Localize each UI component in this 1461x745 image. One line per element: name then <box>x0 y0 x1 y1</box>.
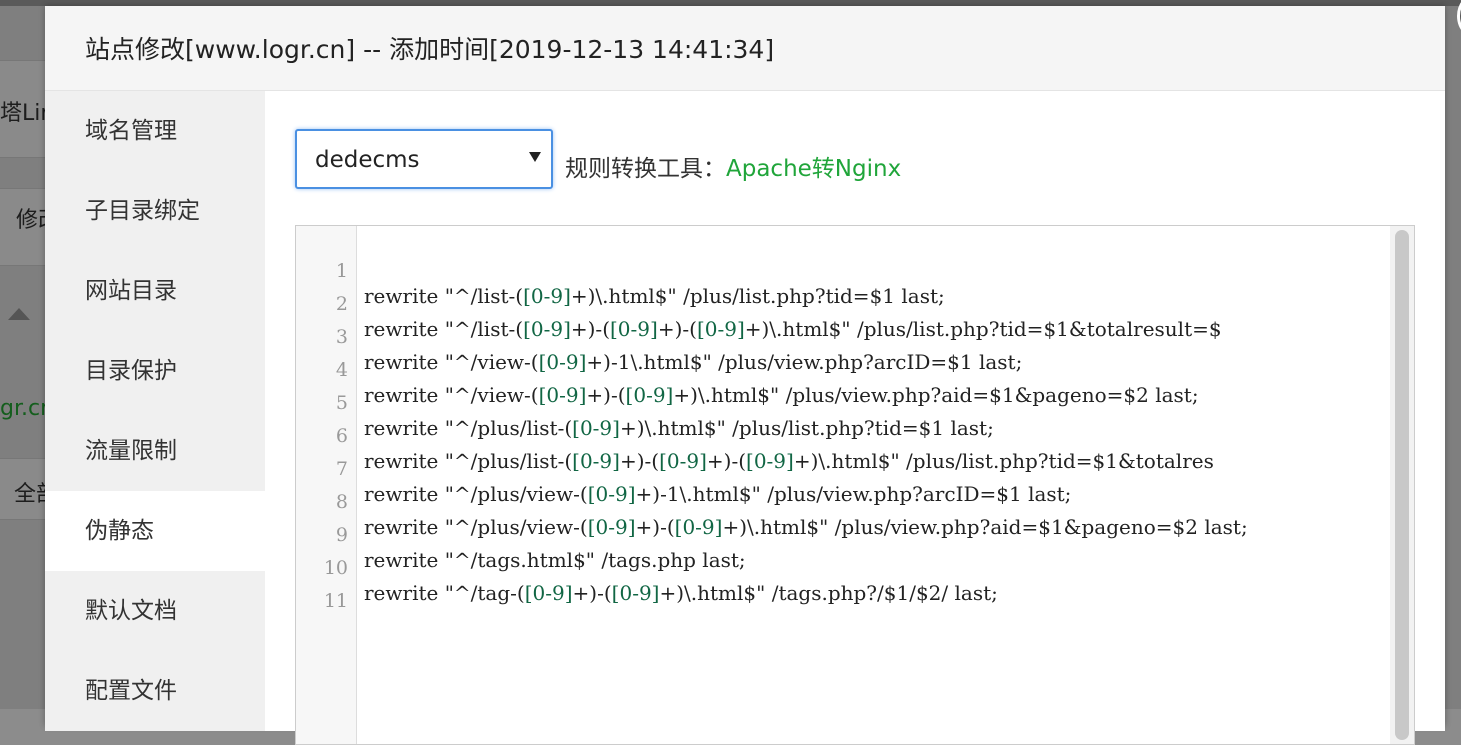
modal-header: 站点修改[www.logr.cn] -- 添加时间[2019-12-13 14:… <box>45 6 1445 91</box>
sidebar-item-subdirectory[interactable]: 子目录绑定 <box>45 171 265 251</box>
sidebar-item-default-document[interactable]: 默认文档 <box>45 571 265 651</box>
code-line: 3 rewrite "^/view-([0-9]+)-1\.html$" /pl… <box>296 302 1396 374</box>
sort-up-icon <box>8 308 30 320</box>
code-line: 4 rewrite "^/view-([0-9]+)-([0-9]+)\.htm… <box>296 335 1396 407</box>
sidebar-item-site-directory[interactable]: 网站目录 <box>45 251 265 331</box>
line-number: 11 <box>323 590 348 612</box>
code-line: 10 rewrite "^/tag-([0-9]+)-([0-9]+)\.htm… <box>296 533 1396 605</box>
select-value: dedecms <box>315 147 420 173</box>
rewrite-panel: dedecms 规则转换工具：Apache转Nginx 1 rewrite "^… <box>265 91 1445 745</box>
scrollbar-thumb[interactable] <box>1395 230 1409 740</box>
rewrite-template-select[interactable]: dedecms <box>295 129 553 189</box>
code-line: 8 rewrite "^/plus/view-([0-9]+)-([0-9]+)… <box>296 467 1396 539</box>
sidebar-item-directory-protection[interactable]: 目录保护 <box>45 331 265 411</box>
code-line: 2 rewrite "^/list-([0-9]+)-([0-9]+)-([0-… <box>296 269 1396 341</box>
code-line: 7 rewrite "^/plus/view-([0-9]+)-1\.html$… <box>296 434 1396 506</box>
rewrite-code-editor[interactable]: 1 rewrite "^/list-([0-9]+)\.html$" /plus… <box>295 225 1415 745</box>
site-edit-modal: 站点修改[www.logr.cn] -- 添加时间[2019-12-13 14:… <box>45 0 1461 745</box>
sidebar-item-rewrite[interactable]: 伪静态 <box>45 491 265 571</box>
code-line: 6 rewrite "^/plus/list-([0-9]+)-([0-9]+)… <box>296 401 1396 473</box>
editor-scrollbar[interactable] <box>1390 226 1414 744</box>
code-line: 11 <box>296 566 1396 612</box>
rule-convert-tool: 规则转换工具：Apache转Nginx <box>565 149 901 183</box>
chevron-down-icon <box>529 152 541 162</box>
code-line: 5 rewrite "^/plus/list-([0-9]+)\.html$" … <box>296 368 1396 440</box>
apache-to-nginx-link[interactable]: Apache转Nginx <box>726 156 901 182</box>
sidebar-item-traffic-limit[interactable]: 流量限制 <box>45 411 265 491</box>
settings-sidebar: 域名管理 子目录绑定 网站目录 目录保护 流量限制 伪静态 默认文档 配置文件 <box>45 91 265 731</box>
rule-convert-label: 规则转换工具： <box>565 156 726 182</box>
code-line: 9 rewrite "^/tags.html$" /tags.php last; <box>296 500 1396 572</box>
modal-title: 站点修改[www.logr.cn] -- 添加时间[2019-12-13 14:… <box>85 35 775 64</box>
sidebar-item-config-file[interactable]: 配置文件 <box>45 651 265 731</box>
code-line: 1 rewrite "^/list-([0-9]+)\.html$" /plus… <box>296 236 1396 308</box>
sidebar-item-domain[interactable]: 域名管理 <box>45 91 265 171</box>
